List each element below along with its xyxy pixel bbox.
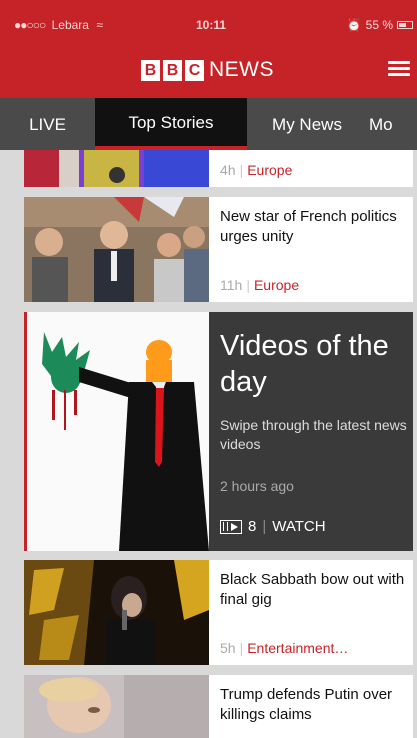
video-card-age: 2 hours ago bbox=[220, 478, 294, 494]
battery-label: 55 % bbox=[365, 18, 393, 32]
logo-letter: B bbox=[163, 59, 182, 81]
video-card-title: Videos of the day bbox=[220, 330, 389, 398]
story-category-link[interactable]: Europe bbox=[247, 162, 292, 178]
story-thumbnail bbox=[24, 197, 209, 302]
story-card-europe[interactable]: 4h | Europe bbox=[24, 150, 413, 187]
logo-letter: B bbox=[141, 59, 160, 81]
battery-icon bbox=[397, 21, 413, 29]
status-bar: ●●○○○ Lebara ≈ 10:11 ⏰ 55 % bbox=[0, 0, 417, 40]
story-category-link[interactable]: Europe bbox=[254, 277, 299, 293]
clock: 10:11 bbox=[196, 18, 227, 32]
story-thumbnail bbox=[24, 150, 209, 187]
bbc-news-logo[interactable]: B B C NEWS bbox=[141, 58, 274, 82]
story-headline: Trump defends Putin over killings claims bbox=[220, 686, 393, 723]
app-header: ●●○○○ Lebara ≈ 10:11 ⏰ 55 % B B C NEWS bbox=[0, 0, 417, 98]
tab-top-stories[interactable]: Top Stories bbox=[95, 98, 247, 150]
videos-of-the-day-card[interactable]: Videos of the day Swipe through the late… bbox=[24, 312, 413, 551]
wifi-icon: ≈ bbox=[96, 18, 103, 32]
story-thumbnail bbox=[24, 560, 209, 665]
alarm-icon: ⏰ bbox=[346, 18, 362, 32]
story-age: 11h bbox=[220, 277, 243, 293]
tab-live[interactable]: LIVE bbox=[0, 98, 95, 150]
video-thumbnail bbox=[24, 312, 209, 551]
story-headline: New star of French politics urges unity bbox=[220, 208, 397, 245]
story-card-trump[interactable]: Trump defends Putin over killings claims bbox=[24, 675, 413, 738]
tab-my-news[interactable]: My News bbox=[247, 98, 367, 150]
story-headline: Black Sabbath bow out with final gig bbox=[220, 571, 405, 608]
logo-word: NEWS bbox=[209, 58, 274, 81]
tab-more[interactable]: Mo bbox=[367, 98, 417, 150]
story-card-macron[interactable]: New star of French politics urges unity … bbox=[24, 197, 413, 302]
video-playlist-icon bbox=[220, 519, 242, 534]
carrier-label: Lebara bbox=[51, 18, 89, 32]
watch-button[interactable]: WATCH bbox=[272, 518, 325, 535]
story-age: 5h bbox=[220, 640, 236, 656]
story-thumbnail bbox=[24, 675, 209, 738]
section-tabs: LIVE Top Stories My News Mo bbox=[0, 98, 417, 150]
signal-icon: ●●○○○ bbox=[14, 18, 46, 32]
logo-letter: C bbox=[185, 59, 204, 81]
video-count: 8 bbox=[248, 518, 257, 535]
story-category-link[interactable]: Entertainment… bbox=[247, 640, 348, 656]
hamburger-menu-icon[interactable] bbox=[388, 61, 410, 77]
story-card-black-sabbath[interactable]: Black Sabbath bow out with final gig 5h |… bbox=[24, 560, 413, 665]
story-age: 4h bbox=[220, 162, 236, 178]
video-card-subtitle: Swipe through the latest news videos bbox=[220, 417, 407, 452]
